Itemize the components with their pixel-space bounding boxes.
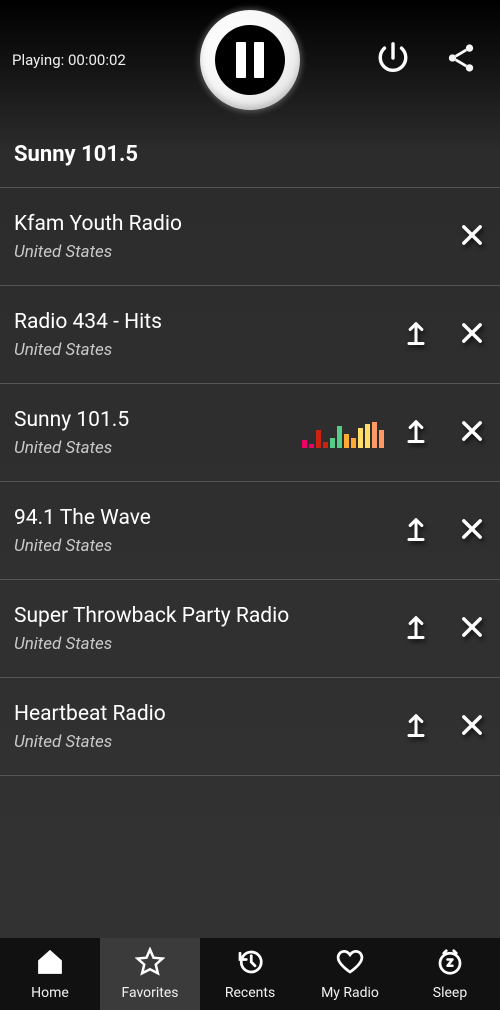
- station-name: Sunny 101.5: [14, 408, 302, 432]
- pin-icon[interactable]: [402, 613, 430, 645]
- home-icon: [35, 947, 65, 981]
- station-subtitle: United States: [14, 242, 458, 262]
- station-row[interactable]: Super Throwback Party Radio United State…: [0, 580, 500, 678]
- nav-home[interactable]: Home: [0, 938, 100, 1010]
- power-icon[interactable]: [376, 41, 410, 79]
- station-row[interactable]: 94.1 The Wave United States: [0, 482, 500, 580]
- station-subtitle: United States: [14, 438, 302, 458]
- station-subtitle: United States: [14, 732, 402, 752]
- nav-favorites[interactable]: Favorites: [100, 938, 200, 1010]
- sleep-icon: [435, 947, 465, 981]
- share-icon[interactable]: [444, 41, 478, 79]
- pin-icon[interactable]: [402, 711, 430, 743]
- pause-button[interactable]: [200, 10, 300, 110]
- bottom-nav: Home Favorites Recents My Radio Sleep: [0, 938, 500, 1010]
- nav-label: Home: [31, 985, 69, 1001]
- station-name: 94.1 The Wave: [14, 506, 402, 530]
- remove-icon[interactable]: [458, 417, 486, 449]
- myradio-icon: [335, 947, 365, 981]
- nav-myradio[interactable]: My Radio: [300, 938, 400, 1010]
- station-subtitle: United States: [14, 634, 402, 654]
- nav-label: Favorites: [121, 985, 178, 1001]
- station-subtitle: United States: [14, 536, 402, 556]
- station-row[interactable]: Heartbeat Radio United States: [0, 678, 500, 776]
- station-subtitle: United States: [14, 340, 402, 360]
- station-name: Heartbeat Radio: [14, 702, 402, 726]
- remove-icon[interactable]: [458, 613, 486, 645]
- pause-icon: [215, 25, 285, 95]
- station-row[interactable]: Kfam Youth Radio United States: [0, 188, 500, 286]
- pin-icon[interactable]: [402, 319, 430, 351]
- remove-icon[interactable]: [458, 515, 486, 547]
- station-row[interactable]: Radio 434 - Hits United States: [0, 286, 500, 384]
- playing-status: Playing: 00:00:02: [12, 51, 126, 69]
- equalizer-icon: [302, 418, 384, 448]
- pin-icon[interactable]: [402, 417, 430, 449]
- player-bar: Playing: 00:00:02: [0, 0, 500, 120]
- station-name: Kfam Youth Radio: [14, 212, 458, 236]
- station-row[interactable]: Sunny 101.5 United States: [0, 384, 500, 482]
- remove-icon[interactable]: [458, 711, 486, 743]
- favorites-icon: [135, 947, 165, 981]
- nav-label: Sleep: [433, 985, 467, 1001]
- now-playing-title: Sunny 101.5: [0, 120, 500, 187]
- remove-icon[interactable]: [458, 221, 486, 253]
- station-name: Super Throwback Party Radio: [14, 604, 402, 628]
- nav-label: My Radio: [321, 985, 379, 1001]
- pin-icon[interactable]: [402, 515, 430, 547]
- recents-icon: [235, 947, 265, 981]
- favorites-list: Kfam Youth Radio United States Radio 434…: [0, 187, 500, 776]
- remove-icon[interactable]: [458, 319, 486, 351]
- nav-label: Recents: [225, 985, 275, 1001]
- nav-recents[interactable]: Recents: [200, 938, 300, 1010]
- station-name: Radio 434 - Hits: [14, 310, 402, 334]
- nav-sleep[interactable]: Sleep: [400, 938, 500, 1010]
